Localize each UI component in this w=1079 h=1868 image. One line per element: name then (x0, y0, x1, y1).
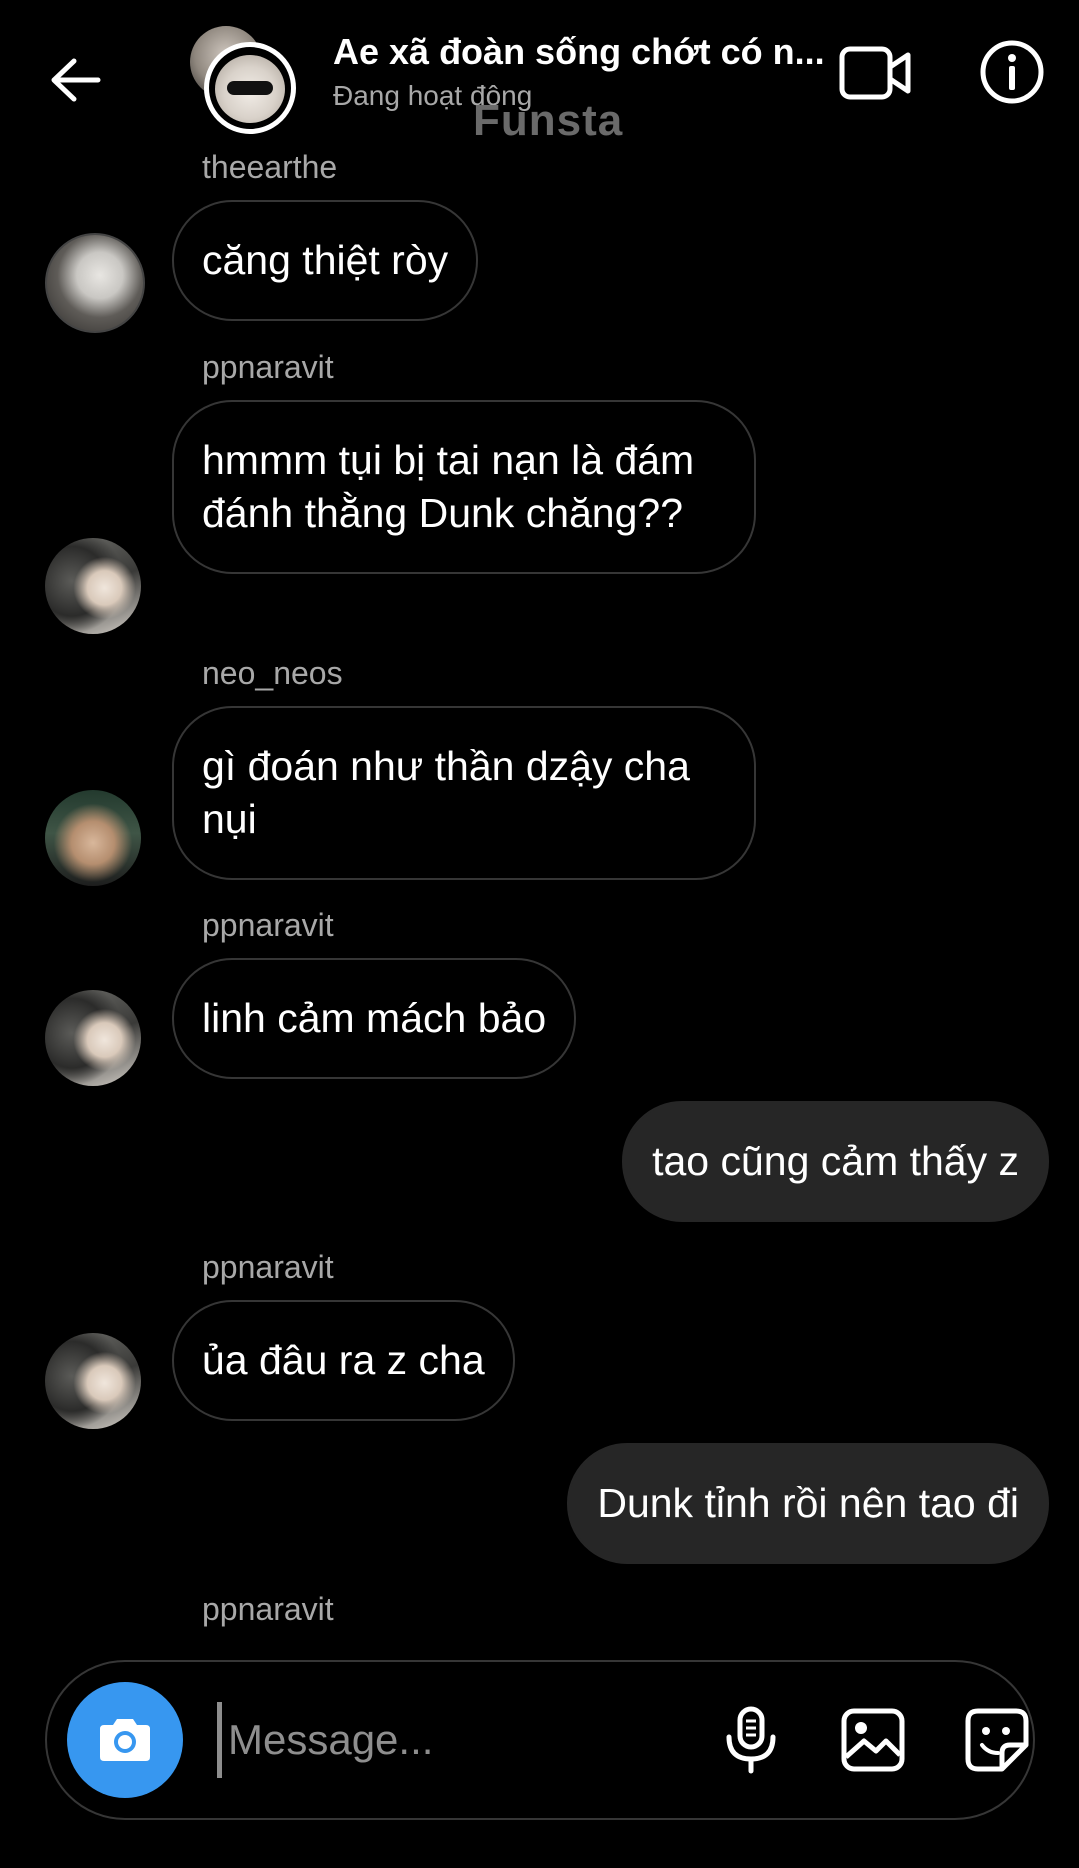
info-button[interactable] (975, 35, 1049, 109)
camera-icon (100, 1719, 150, 1761)
message-bubble[interactable]: gì đoán như thần dzậy cha nụi (172, 706, 756, 880)
message-bubble[interactable]: căng thiệt ròy (172, 200, 479, 321)
message-bubble[interactable]: ủa đâu ra z cha (172, 1300, 515, 1421)
group-avatar-front (204, 42, 296, 134)
chat-header: Ae xã đoàn sống chớt có n... Đang hoạt đ… (0, 0, 1079, 150)
voice-message-button[interactable] (711, 1700, 791, 1780)
avatar-ppnaravit[interactable] (45, 990, 141, 1086)
video-call-button[interactable] (836, 38, 916, 108)
avatar-ppnaravit[interactable] (45, 538, 141, 634)
watermark: Funsta (473, 96, 624, 145)
message-input[interactable] (217, 1702, 648, 1778)
arrow-left-icon (51, 58, 101, 102)
image-icon (841, 1708, 905, 1772)
group-avatar[interactable] (190, 26, 300, 134)
info-icon (980, 40, 1044, 104)
chat-title: Ae xã đoàn sống chớt có n... (333, 31, 825, 72)
sticker-button[interactable] (957, 1700, 1037, 1780)
camera-button[interactable] (67, 1682, 183, 1798)
avatar-theearthe[interactable] (45, 233, 145, 333)
sticker-icon (965, 1708, 1029, 1772)
message-username: theearthe (202, 149, 338, 185)
avatar-ppnaravit[interactable] (45, 1333, 141, 1429)
message-username: ppnaravit (202, 907, 334, 943)
message-composer (45, 1660, 1035, 1820)
microphone-icon (726, 1706, 776, 1774)
message-bubble[interactable]: linh cảm mách bảo (172, 958, 577, 1079)
gallery-button[interactable] (833, 1700, 913, 1780)
message-username: ppnaravit (202, 1591, 334, 1627)
outgoing-message-bubble[interactable]: Dunk tỉnh rồi nên tao đi (567, 1443, 1049, 1564)
avatar-neo-neos[interactable] (45, 790, 141, 886)
message-username: ppnaravit (202, 349, 334, 385)
message-username: ppnaravit (202, 1249, 334, 1285)
message-bubble[interactable]: hmmm tụi bị tai nạn là đám đánh thằng Du… (172, 400, 756, 574)
outgoing-message-bubble[interactable]: tao cũng cảm thấy z (622, 1101, 1049, 1222)
video-camera-icon (839, 46, 911, 100)
message-username: neo_neos (202, 655, 343, 691)
back-button[interactable] (40, 45, 110, 115)
